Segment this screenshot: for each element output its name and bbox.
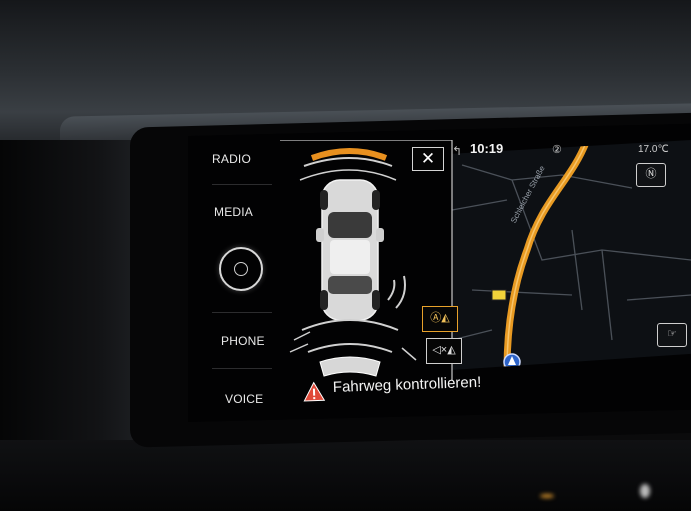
sound-toggle-button[interactable]: ◁×◭ — [426, 338, 462, 364]
speaker-mute-icon: ◁×◭ — [432, 344, 456, 356]
menu-media[interactable]: MEDIA — [214, 205, 253, 219]
console-light — [640, 484, 650, 498]
console-light — [540, 494, 554, 498]
home-icon — [234, 262, 248, 276]
auto-activation-button[interactable]: Ⓐ◭ — [422, 306, 458, 332]
compass-icon: Ⓝ — [645, 168, 657, 180]
menu-phone[interactable]: PHONE — [221, 334, 265, 348]
auto-park-icon: Ⓐ◭ — [430, 312, 450, 324]
menu-voice[interactable]: VOICE — [225, 392, 263, 406]
dashboard-bottom — [0, 440, 691, 511]
menu-divider — [212, 368, 272, 369]
menu-divider — [212, 312, 272, 313]
close-icon: ✕ — [420, 149, 436, 168]
rear-sensor — [301, 319, 399, 331]
clock: 10:19 — [470, 141, 504, 156]
menu-radio[interactable]: RADIO — [212, 152, 251, 166]
warning-triangle-icon — [303, 381, 326, 402]
warning-text: Fahrweg kontrollieren! — [332, 373, 482, 396]
temperature: 17.0℃ — [638, 144, 669, 155]
map-view-button[interactable]: ☞ — [657, 323, 687, 347]
home-button[interactable] — [219, 247, 263, 291]
front-sensor-orange — [310, 148, 388, 161]
notification-badge: ② — [552, 144, 562, 156]
menu-divider — [212, 184, 272, 185]
close-button[interactable]: ✕ — [412, 147, 444, 171]
car-icon — [316, 179, 384, 321]
map-marker — [491, 289, 507, 301]
hand-icon: ☞ — [667, 328, 677, 340]
compass-button[interactable]: Ⓝ — [636, 163, 666, 187]
